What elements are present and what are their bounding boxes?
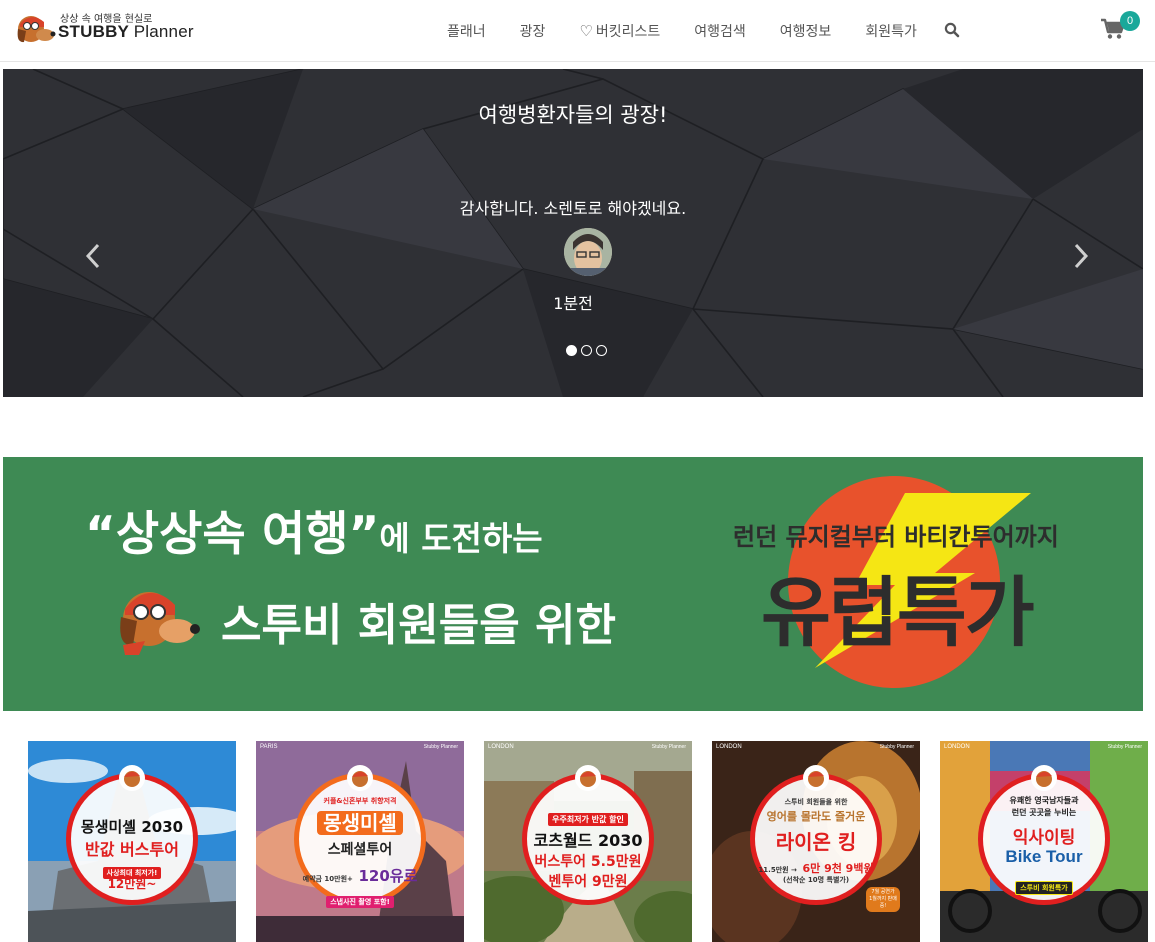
nav-bucketlist[interactable]: ♡ 버킷리스트	[579, 21, 660, 41]
tile-text: 몽생미셸 2030	[80, 818, 184, 836]
post-timestamp: 1분전	[553, 294, 593, 313]
tile-text: 우주최저가 반값 할인	[484, 807, 692, 826]
nav-travel-search[interactable]: 여행검색	[694, 21, 746, 41]
main-nav: 플래너 광장 ♡ 버킷리스트 여행검색 여행정보 회원특가	[430, 18, 962, 44]
tile-sticker-line-2: 1월까지 판매 중!	[869, 896, 897, 909]
product-card[interactable]: LONDON Stubby Planner 스투비 회원들을 위한 영어를 몰라…	[712, 741, 920, 942]
product-card[interactable]: 몽생미셸 2030 반값 버스투어 사상최대 최저가! 12만원~	[28, 741, 236, 942]
brand-label: Stubby Planner	[1107, 744, 1142, 750]
search-icon[interactable]	[944, 22, 962, 40]
tile-title: 라이온 킹	[775, 830, 857, 854]
promo-headline: “상상속 여행”에 도전하는	[85, 495, 543, 564]
carousel-dot-1[interactable]	[566, 345, 577, 356]
promo-headline-rest: 에 도전하는	[379, 519, 543, 558]
tile-price-row: 예약금 10만원+ 120유로	[256, 865, 464, 886]
tile-text: 예약금 10만원+	[302, 875, 353, 883]
logo-name-bold: STUBBY	[58, 22, 129, 41]
tile-price-row: 11.5만원 → 6만 9천 9백원	[712, 857, 920, 876]
community-carousel: 여행병환자들의 광장! 감사합니다. 소렌토로 해야겠네요. 1분전	[3, 69, 1143, 397]
top-navbar: 상상 속 여행을 현실로 STUBBY Planner 플래너 광장 ♡ 버킷리…	[0, 0, 1155, 62]
cart-count-badge: 0	[1120, 11, 1140, 31]
stubby-planner-logo[interactable]: 상상 속 여행을 현실로 STUBBY Planner	[14, 8, 204, 48]
location-label: LONDON	[488, 744, 514, 750]
nav-member-deals[interactable]: 회원특가	[865, 21, 917, 41]
promo-title: 유럽특가	[761, 568, 1035, 657]
nav-planner[interactable]: 플래너	[447, 21, 486, 41]
dog-mascot-icon	[119, 765, 145, 791]
tile-title: Bike Tour	[1005, 847, 1083, 866]
dog-mascot-icon	[347, 765, 373, 791]
brand-label: Stubby Planner	[651, 744, 686, 750]
promo-subheadline: 스투비 회원들을 위한	[221, 600, 616, 651]
dog-mascot-icon	[120, 592, 200, 655]
europe-deals-banner[interactable]: “상상속 여행”에 도전하는 스투비 회원들을 위한 런던 뮤지컬부터 바티칸투…	[3, 457, 1143, 711]
location-label: LONDON	[716, 744, 742, 750]
carousel-title: 여행병환자들의 광장!	[478, 103, 668, 127]
tile-price: 12만원~	[107, 877, 157, 891]
dog-mascot-icon	[17, 16, 56, 43]
logo-name-thin: Planner	[133, 22, 194, 41]
tile-title: 익사이팅	[1012, 828, 1076, 848]
promo-headline-quote: “상상속 여행”	[85, 507, 380, 562]
tile-sticker-line-1: 7월 공연가	[871, 889, 895, 895]
heart-icon: ♡	[579, 22, 593, 40]
dog-mascot-icon	[803, 765, 829, 791]
tile-tag: 우주최저가 반값 할인	[548, 813, 628, 826]
tile-title: 코츠월드 2030	[533, 831, 643, 850]
nav-travel-info[interactable]: 여행정보	[780, 21, 832, 41]
location-label: PARIS	[260, 744, 278, 750]
tile-text: 스투비 회원들을 위한	[784, 798, 848, 806]
tile-text: 런던 곳곳을 누비는	[1011, 808, 1077, 817]
promo-tagline: 런던 뮤지컬부터 바티칸투어까지	[733, 523, 1059, 551]
brand-label: Stubby Planner	[423, 744, 458, 750]
carousel-dot-3[interactable]	[596, 345, 607, 356]
brand-label: Stubby Planner	[879, 744, 914, 750]
dog-mascot-icon	[1031, 765, 1057, 791]
tile-price: 벤투어 9만원	[548, 874, 628, 890]
tile-price: 120유로	[358, 867, 418, 885]
product-card[interactable]: LONDON Stubby Planner 우주최저가 반값 할인 코츠월드 2…	[484, 741, 692, 942]
tile-tag: 스투비 회원특가	[1015, 881, 1073, 895]
tile-title-text: 몽생미셸	[317, 811, 403, 835]
tile-text: 반값 버스투어	[85, 840, 179, 859]
tile-price: 버스투어 5.5만원	[534, 854, 642, 870]
nav-bucketlist-label: 버킷리스트	[595, 24, 661, 40]
product-card[interactable]: LONDON Stubby Planner 유쾌한 영국남자들과 런던 곳곳을 …	[940, 741, 1148, 942]
carousel-prev-chevron-icon[interactable]	[81, 239, 105, 273]
tile-text: 스냅사진 촬영 포함!	[256, 889, 464, 908]
carousel-quote[interactable]: 감사합니다. 소렌토로 해야겠네요.	[3, 195, 1143, 219]
avatar[interactable]	[564, 228, 612, 276]
tile-text: 스투비 회원특가	[940, 875, 1148, 895]
logo-wordmark: STUBBY Planner	[58, 22, 194, 42]
product-card[interactable]: PARIS Stubby Planner 커플&신혼부부 취향저격 몽생미셸 스…	[256, 741, 464, 942]
tile-text: 유쾌한 영국남자들과	[1009, 796, 1079, 805]
tile-text: 커플&신혼부부 취향저격	[323, 797, 397, 805]
carousel-indicators	[566, 345, 607, 356]
tile-price: 6만 9천 9백원	[802, 862, 874, 875]
tile-sticker: 7월 공연가 1월까지 판매 중!	[866, 887, 900, 912]
location-label: LONDON	[944, 744, 970, 750]
tile-tag: 스냅사진 촬영 포함!	[326, 896, 394, 908]
tile-text: 11.5만원 →	[758, 866, 797, 874]
tile-text: (선착순 10명 특별가)	[782, 876, 850, 884]
carousel-next-chevron-icon[interactable]	[1069, 239, 1093, 273]
tile-text: 스페셜투어	[327, 842, 393, 858]
tile-text: 영어를 몰라도 즐거운	[766, 810, 866, 823]
tile-title: 몽생미셸	[256, 807, 464, 836]
dog-mascot-icon	[575, 765, 601, 791]
nav-square[interactable]: 광장	[520, 21, 546, 41]
carousel-dot-2[interactable]	[581, 345, 592, 356]
